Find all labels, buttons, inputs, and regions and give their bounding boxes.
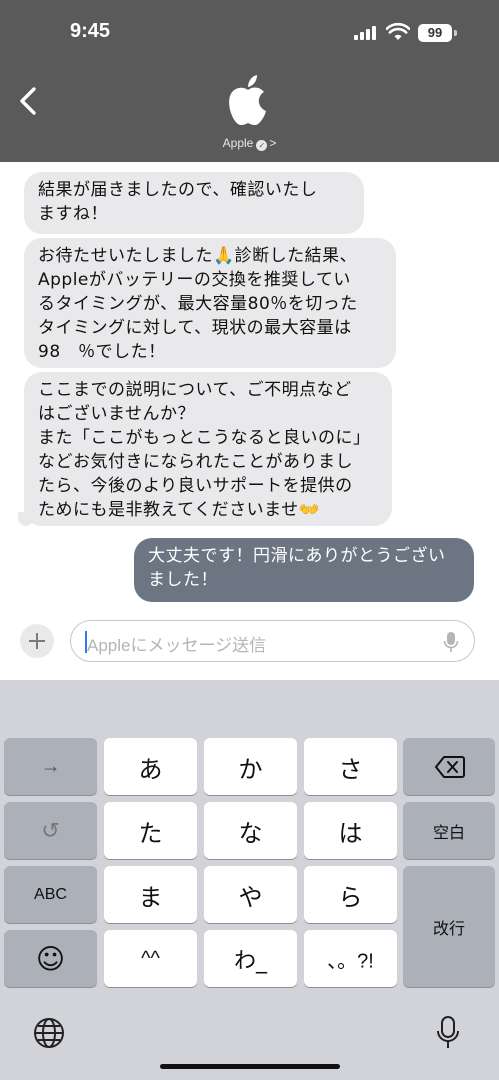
return-key[interactable]: 改行 [403, 866, 495, 987]
battery-tip [454, 30, 457, 36]
message-input[interactable]: Appleにメッセージ送信 [70, 620, 475, 662]
key-label: や [238, 883, 263, 911]
incoming-message[interactable]: お待たせいたしました🙏診断した結果、 Appleがバッテリーの交換を推奨してい … [24, 238, 396, 368]
emoji-icon: ☺ [35, 942, 66, 975]
contact-name-button[interactable]: Apple ✓ > [0, 136, 499, 151]
key-label: わ_ [233, 948, 267, 974]
verified-badge-icon: ✓ [256, 140, 268, 151]
key-label: か [238, 755, 263, 783]
status-time: 9:45 [70, 20, 111, 42]
add-attachment-button[interactable] [20, 624, 54, 658]
cellular-signal-icon [354, 26, 378, 40]
globe-icon[interactable] [33, 1017, 65, 1049]
key-a[interactable]: あ [104, 738, 197, 795]
arrow-right-icon: → [40, 755, 61, 777]
key-label: た [138, 819, 163, 847]
home-indicator [160, 1064, 340, 1069]
delete-icon [435, 756, 465, 778]
chevron-right-icon: > [269, 136, 277, 150]
incoming-message[interactable]: ここまでの説明について、ご不明点など はございませんか？ また「ここがもっとこう… [24, 372, 392, 526]
wifi-icon [386, 22, 410, 40]
key-ka[interactable]: か [204, 738, 297, 795]
dictation-mic-icon[interactable] [436, 1015, 460, 1051]
outgoing-message[interactable]: 大丈夫です！円滑にありがとうござい ました！ [134, 538, 474, 602]
key-label: 改行 [432, 920, 465, 938]
space-key[interactable]: 空白 [403, 802, 495, 859]
emoji-key[interactable]: ☺ [4, 930, 97, 987]
key-label: あ [138, 755, 163, 783]
key-ha[interactable]: は [304, 802, 397, 859]
key-wa[interactable]: わ_ [204, 930, 297, 987]
apple-logo-icon[interactable] [223, 72, 273, 128]
key-label: さ [338, 755, 363, 783]
undo-icon: ↺ [41, 817, 60, 843]
battery-indicator: 99 [418, 24, 452, 42]
backspace-key[interactable] [403, 738, 495, 795]
incoming-message[interactable]: 結果が届きましたので、確認いたし ますね！ [24, 172, 364, 234]
conversation-header: 9:45 99 Apple ✓ > [0, 0, 499, 162]
key-label: は [338, 819, 363, 847]
key-label: ABC [34, 885, 67, 903]
abc-mode-key[interactable]: ABC [4, 866, 97, 923]
cursor-next-key[interactable]: → [4, 738, 97, 795]
dictation-mic-icon[interactable] [443, 631, 459, 653]
back-chevron-icon[interactable] [14, 84, 44, 118]
key-ra[interactable]: ら [304, 866, 397, 923]
key-ma[interactable]: ま [104, 866, 197, 923]
key-sa[interactable]: さ [304, 738, 397, 795]
key-label: ^^ [141, 947, 160, 969]
key-na[interactable]: な [204, 802, 297, 859]
message-input-placeholder: Appleにメッセージ送信 [87, 636, 267, 655]
bubble-tail [18, 512, 32, 526]
japanese-kana-keyboard: → あ か さ ↺ た な は 空白 ABC ま や ら 改行 ☺ ^^ わ_ … [0, 680, 499, 1080]
key-ya[interactable]: や [204, 866, 297, 923]
key-label: な [238, 819, 263, 847]
punctuation-key[interactable]: 、。?! [304, 930, 397, 987]
dakuten-key[interactable]: ^^ [104, 930, 197, 987]
key-label: 、。?! [327, 950, 374, 972]
key-label: ら [338, 883, 363, 911]
undo-key[interactable]: ↺ [4, 802, 97, 859]
key-label: ま [138, 883, 163, 911]
contact-name: Apple [222, 136, 254, 150]
key-label: 空白 [432, 824, 465, 842]
key-ta[interactable]: た [104, 802, 197, 859]
